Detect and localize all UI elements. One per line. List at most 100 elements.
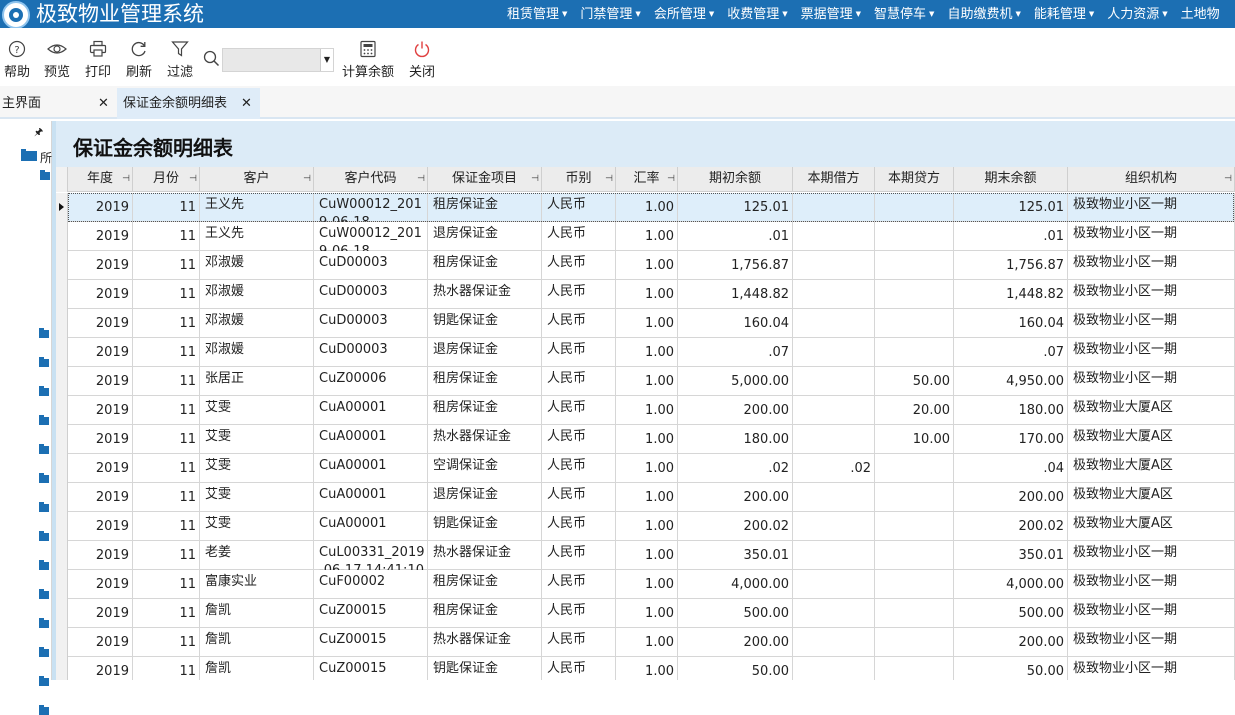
table-cell[interactable]: 人民币	[542, 251, 616, 280]
table-cell[interactable]: 邓淑媛	[200, 251, 314, 280]
table-cell[interactable]	[793, 628, 875, 657]
table-cell[interactable]: 王义先	[200, 222, 314, 251]
close-button[interactable]: 关闭	[408, 40, 436, 80]
table-cell[interactable]: 极致物业小区一期	[1068, 338, 1235, 367]
folder-icon[interactable]	[39, 531, 49, 541]
table-cell[interactable]: 200.00	[678, 396, 793, 425]
table-cell[interactable]: 人民币	[542, 338, 616, 367]
folder-icon[interactable]	[39, 647, 49, 657]
table-cell[interactable]: 500.00	[954, 599, 1068, 628]
top-menu-item[interactable]: 自助缴费机 ▼	[938, 0, 1024, 28]
help-button[interactable]: ? 帮助	[3, 40, 31, 80]
table-cell[interactable]	[875, 657, 954, 680]
table-cell[interactable]	[875, 599, 954, 628]
table-cell[interactable]: 1.00	[616, 425, 678, 454]
row-selector[interactable]	[56, 657, 68, 680]
table-cell[interactable]: CuD00003	[314, 280, 428, 309]
top-menu-item[interactable]: 租赁管理 ▼	[498, 0, 571, 28]
table-cell[interactable]: 200.02	[954, 512, 1068, 541]
column-header[interactable]: 保证金项目 ⊣	[428, 167, 542, 192]
table-cell[interactable]: 租房保证金	[428, 570, 542, 599]
column-header[interactable]: 客户代码 ⊣	[314, 167, 428, 192]
folder-icon[interactable]	[39, 328, 49, 338]
folder-icon[interactable]	[39, 705, 49, 715]
table-cell[interactable]: 人民币	[542, 396, 616, 425]
table-cell[interactable]	[875, 570, 954, 599]
table-cell[interactable]: CuF00002	[314, 570, 428, 599]
top-menu-item[interactable]: 土地物	[1172, 0, 1224, 28]
table-cell[interactable]	[793, 657, 875, 680]
pin-icon[interactable]: ⊣	[605, 167, 613, 191]
row-selector[interactable]	[56, 425, 68, 454]
table-cell[interactable]: 空调保证金	[428, 454, 542, 483]
column-header[interactable]: 本期贷方	[875, 167, 954, 192]
table-cell[interactable]: 350.01	[678, 541, 793, 570]
table-row[interactable]: 201911王义先CuW00012_2019-06-18退房保证金人民币1.00…	[56, 222, 1235, 251]
table-cell[interactable]: 1.00	[616, 309, 678, 338]
table-cell[interactable]: 1,756.87	[954, 251, 1068, 280]
table-cell[interactable]: 1.00	[616, 251, 678, 280]
top-menu-item[interactable]: 人力资源 ▼	[1098, 0, 1171, 28]
table-cell[interactable]: 人民币	[542, 454, 616, 483]
table-cell[interactable]	[875, 193, 954, 222]
table-cell[interactable]	[793, 425, 875, 454]
folder-icon[interactable]	[21, 149, 37, 161]
table-cell[interactable]	[793, 512, 875, 541]
table-cell[interactable]: 退房保证金	[428, 338, 542, 367]
table-cell[interactable]: 350.01	[954, 541, 1068, 570]
folder-icon[interactable]	[39, 676, 49, 686]
table-cell[interactable]	[875, 222, 954, 251]
table-cell[interactable]: 11	[133, 541, 200, 570]
table-cell[interactable]: 200.00	[678, 628, 793, 657]
pin-icon[interactable]: 🖈	[34, 125, 43, 142]
table-cell[interactable]: 人民币	[542, 657, 616, 680]
table-cell[interactable]: CuA00001	[314, 454, 428, 483]
table-cell[interactable]: CuA00001	[314, 483, 428, 512]
table-cell[interactable]: 200.00	[954, 483, 1068, 512]
table-cell[interactable]: 詹凯	[200, 628, 314, 657]
table-cell[interactable]	[793, 570, 875, 599]
table-row[interactable]: 2019 11 艾雯 CuA00001 退房保证金 人民币 1.00 200.00 200.00…	[56, 483, 1235, 512]
top-menu-item[interactable]: 智慧停车 ▼	[865, 0, 938, 28]
table-cell[interactable]: 张居正	[200, 367, 314, 396]
table-cell[interactable]	[793, 483, 875, 512]
table-cell[interactable]: 1.00	[616, 657, 678, 680]
table-cell[interactable]	[793, 222, 875, 251]
row-selector[interactable]	[56, 338, 68, 367]
print-button[interactable]: 打印	[84, 40, 112, 80]
table-row[interactable]: 2019 11 艾雯 CuA00001 空调保证金 人民币 1.00.02.02.04 极致物…	[56, 454, 1235, 483]
table-row[interactable]: 2019 11 邓淑媛 CuD00003 租房保证金 人民币 1.00 1,756.87 1,7…	[56, 251, 1235, 280]
table-cell[interactable]: 500.00	[678, 599, 793, 628]
pin-icon[interactable]: ⊣	[303, 167, 311, 191]
table-cell[interactable]: 极致物业小区一期	[1068, 251, 1235, 280]
top-menu-item[interactable]: 收费管理 ▼	[718, 0, 791, 28]
table-cell[interactable]: 钥匙保证金	[428, 512, 542, 541]
folder-icon[interactable]	[39, 386, 49, 396]
row-selector[interactable]	[56, 541, 68, 570]
table-cell[interactable]: .02	[678, 454, 793, 483]
table-cell[interactable]: 极致物业小区一期	[1068, 193, 1235, 222]
table-cell[interactable]: 2019	[68, 628, 133, 657]
table-cell[interactable]: .07	[954, 338, 1068, 367]
table-cell[interactable]: 人民币	[542, 193, 616, 222]
folder-icon[interactable]	[39, 473, 49, 483]
table-cell[interactable]: 4,950.00	[954, 367, 1068, 396]
table-row[interactable]: 201911王义先CuW00012_2019-06-18租房保证金人民币1.00…	[56, 193, 1235, 222]
row-selector[interactable]	[56, 309, 68, 338]
table-cell[interactable]: 邓淑媛	[200, 309, 314, 338]
table-cell[interactable]: 极致物业小区一期	[1068, 541, 1235, 570]
filter-button[interactable]: 过滤	[166, 40, 194, 80]
table-row[interactable]: 2019 11 邓淑媛 CuD00003 热水器保证金 人民币 1.00 1,448.82 1,…	[56, 280, 1235, 309]
table-cell[interactable]: 11	[133, 338, 200, 367]
table-cell[interactable]	[793, 396, 875, 425]
table-cell[interactable]: 11	[133, 396, 200, 425]
table-cell[interactable]: 1.00	[616, 599, 678, 628]
refresh-button[interactable]: 刷新	[125, 40, 153, 80]
table-cell[interactable]: 詹凯	[200, 657, 314, 680]
table-cell[interactable]: 极致物业小区一期	[1068, 222, 1235, 251]
table-cell[interactable]: 11	[133, 425, 200, 454]
table-cell[interactable]: 热水器保证金	[428, 280, 542, 309]
table-cell[interactable]: CuZ00015	[314, 628, 428, 657]
table-cell[interactable]: 2019	[68, 396, 133, 425]
table-cell[interactable]: 200.02	[678, 512, 793, 541]
